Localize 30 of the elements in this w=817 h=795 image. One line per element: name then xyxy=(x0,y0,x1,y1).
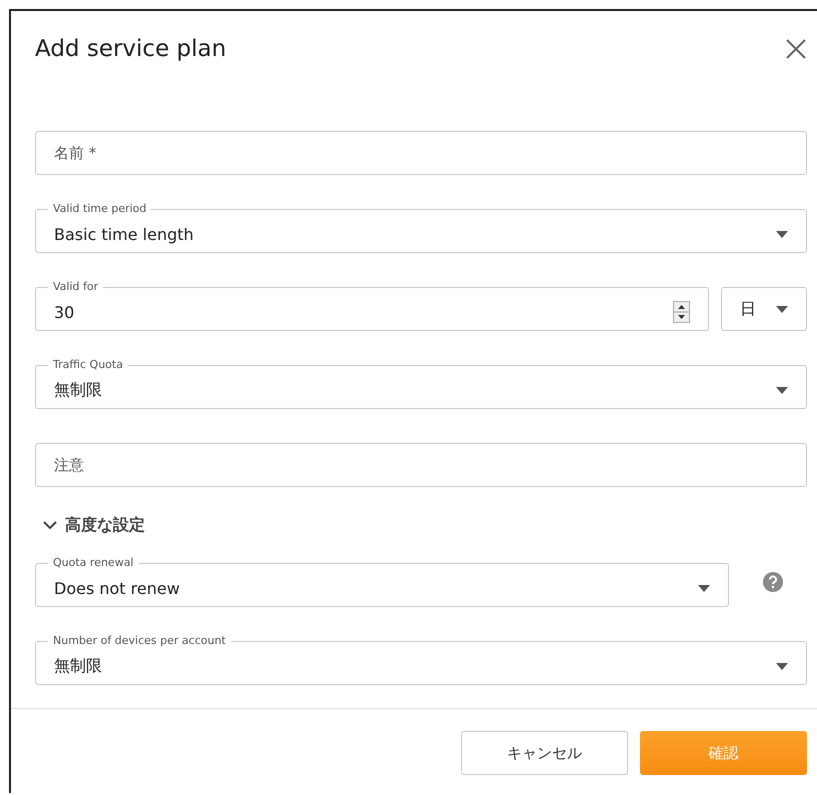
dropdown[interactable]: Quota renewal Does not renew xyxy=(35,556,729,607)
dropdown-value: 無制限 xyxy=(54,656,103,676)
dropdown-caret-icon xyxy=(776,386,788,394)
dropdown[interactable]: Valid time period Basic time length xyxy=(35,202,807,253)
dropdown[interactable]: Number of devices per account 無制限 xyxy=(35,634,807,685)
spinner-icon[interactable] xyxy=(673,301,690,323)
field-label: Valid time period xyxy=(52,202,148,216)
dialog-title: Add service plan xyxy=(35,36,226,62)
dropdown-value: 無制限 xyxy=(54,380,103,400)
dropdown-value: Does not renew xyxy=(54,578,181,598)
dropdown-caret-icon xyxy=(776,662,788,670)
dropdown-caret-icon xyxy=(698,584,710,592)
help-icon[interactable] xyxy=(763,572,783,592)
dropdown[interactable]: Traffic Quota 無制限 xyxy=(35,358,807,409)
field-label: Number of devices per account xyxy=(52,634,227,648)
cancel-button[interactable]: キャンセル xyxy=(461,731,628,775)
field-value: 30 xyxy=(54,302,76,322)
text-field[interactable]: 注意 xyxy=(35,443,807,487)
close-icon[interactable] xyxy=(786,39,806,59)
field-label: Quota renewal xyxy=(52,556,134,570)
dropdown-caret-icon xyxy=(776,230,788,238)
dropdown-value: 日 xyxy=(740,298,756,320)
advanced-settings-toggle[interactable]: 高度な設定 xyxy=(43,515,145,536)
unit-dropdown[interactable]: 日 xyxy=(721,287,807,331)
text-field[interactable]: 名前 * xyxy=(35,131,807,175)
dropdown-caret-icon xyxy=(776,306,788,312)
number-field[interactable]: Valid for 30 xyxy=(35,280,709,331)
field-label: Valid for xyxy=(52,280,100,294)
dropdown-value: Basic time length xyxy=(54,224,195,244)
field-label: Traffic Quota xyxy=(52,358,124,372)
